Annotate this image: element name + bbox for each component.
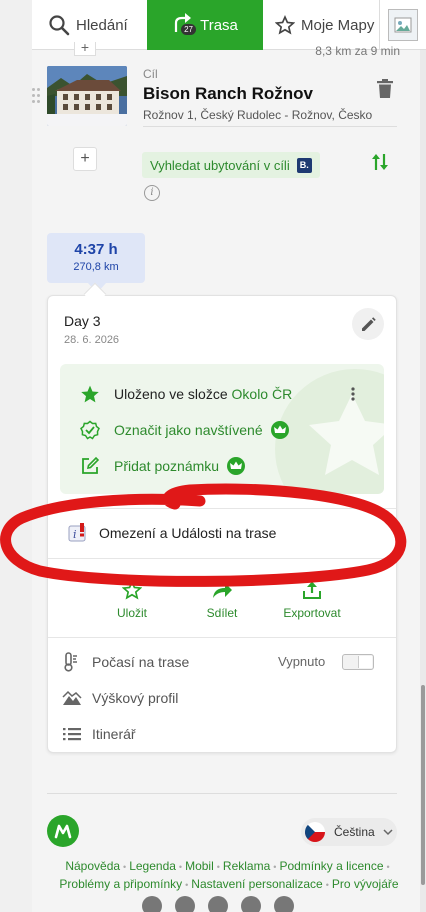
user-avatar[interactable] [380, 0, 426, 50]
find-accommodation-button[interactable]: Vyhledat ubytování v cíli B. [142, 152, 320, 178]
find-accommodation-label: Vyhledat ubytování v cíli [150, 157, 290, 173]
divider [47, 793, 397, 794]
day-title: Day 3 [64, 313, 101, 329]
mapy-logo[interactable] [47, 815, 79, 847]
tab-route-label: Trasa [200, 16, 238, 34]
drag-handle[interactable] [32, 88, 40, 104]
mark-visited-label: Označit jako navštívené [114, 422, 263, 438]
itinerary-row[interactable]: Itinerář [62, 724, 136, 744]
destination-photo [47, 66, 127, 126]
share-label: Sdílet [206, 606, 238, 620]
left-strip [0, 0, 32, 912]
edit-icon [361, 316, 376, 331]
instagram-icon[interactable] [208, 896, 228, 912]
crown-icon [227, 457, 246, 475]
mountain-icon [62, 690, 82, 705]
reverse-route-button[interactable] [371, 152, 389, 177]
info-icon[interactable]: i [144, 185, 160, 201]
saved-folder-link[interactable]: Okolo ČR [232, 386, 293, 402]
elevation-label: Výškový profil [92, 690, 179, 706]
divider [48, 637, 396, 638]
route-summary: 4:37 h 270,8 km [47, 233, 145, 283]
delete-destination-button[interactable] [377, 79, 393, 104]
segment-distance: 8,3 km za 9 min [315, 44, 400, 58]
add-note-label: Přidat poznámku [114, 458, 220, 474]
route-distance: 270,8 km [73, 261, 119, 273]
elevation-row[interactable]: Výškový profil [62, 688, 178, 708]
social-links [142, 896, 307, 912]
chevron-down-icon [383, 828, 393, 835]
x-icon[interactable] [175, 896, 195, 912]
weather-toggle-state: Vypnuto [278, 654, 326, 669]
route-count-badge: 27 [181, 24, 196, 35]
tab-my-maps[interactable]: Moje Mapy [263, 0, 380, 50]
mark-visited-row[interactable]: Označit jako navštívené [79, 420, 289, 440]
link-terms[interactable]: Podmínky a licence [279, 859, 383, 873]
day-date: 28. 6. 2026 [64, 334, 120, 346]
language-selector[interactable]: Čeština [301, 818, 397, 846]
save-label: Uložit [116, 606, 147, 620]
trash-icon [377, 79, 393, 98]
export-label: Exportovat [283, 606, 341, 620]
avatar-image [388, 9, 418, 41]
saved-prefix: Uloženo ve složce [114, 386, 232, 402]
czech-flag-icon [305, 822, 325, 842]
link-mobile[interactable]: Mobil [185, 859, 214, 873]
crown-icon [270, 421, 289, 439]
google-play-icon[interactable] [274, 896, 294, 912]
divider [143, 126, 397, 127]
destination-title[interactable]: Bison Ranch Rožnov [143, 84, 313, 104]
link-ads[interactable]: Reklama [223, 859, 270, 873]
star-filled-icon [79, 384, 101, 404]
add-waypoint-button[interactable]: + [73, 147, 97, 171]
red-annotation-ellipse [0, 483, 407, 587]
note-icon [79, 456, 101, 476]
link-developers[interactable]: Pro vývojáře [332, 877, 399, 891]
link-personalization[interactable]: Nastavení personalizace [191, 877, 322, 891]
search-icon [49, 15, 70, 36]
footer-links-row1: Nápověda • Legenda • Mobil • Reklama • Podmínky … [65, 859, 390, 873]
kebab-icon [351, 387, 355, 401]
mapy-logo-icon [54, 824, 72, 839]
more-options-button[interactable] [351, 387, 355, 406]
footer-links-row2: Problémy a připomínky • Nastavení personal… [59, 877, 399, 891]
destination-address: Rožnov 1, Český Rudolec - Rožnov, Česko [143, 108, 373, 122]
destination-label: Cíl [143, 67, 158, 81]
tab-route[interactable]: 27 Trasa [147, 0, 263, 50]
check-icon [79, 420, 101, 440]
route-icon: 27 [172, 10, 196, 40]
tab-my-maps-label: Moje Mapy [301, 16, 375, 34]
tab-search-label: Hledání [76, 16, 128, 34]
thermometer-icon [64, 652, 77, 672]
link-help[interactable]: Nápověda [65, 859, 120, 873]
list-icon [63, 728, 81, 741]
link-feedback[interactable]: Problémy a připomínky [59, 877, 182, 891]
itinerary-label: Itinerář [92, 726, 136, 742]
link-legend[interactable]: Legenda [129, 859, 176, 873]
language-label: Čeština [334, 825, 375, 839]
booking-logo-icon: B. [296, 157, 312, 173]
weather-label: Počasí na trase [92, 654, 190, 670]
edit-day-button[interactable] [352, 308, 384, 340]
facebook-icon[interactable] [142, 896, 162, 912]
route-duration: 4:37 h [74, 241, 118, 258]
swap-icon [372, 154, 388, 170]
star-icon [275, 15, 295, 35]
weather-row[interactable]: Počasí na trase [62, 652, 189, 672]
saved-folder-row[interactable]: Uloženo ve složce Okolo ČR [79, 384, 292, 404]
add-note-row[interactable]: Přidat poznámku [79, 456, 246, 476]
weather-toggle[interactable] [342, 654, 374, 670]
scrollbar-thumb[interactable] [421, 685, 425, 885]
add-waypoint-button-top[interactable]: + [74, 40, 96, 56]
app-store-icon[interactable] [241, 896, 261, 912]
